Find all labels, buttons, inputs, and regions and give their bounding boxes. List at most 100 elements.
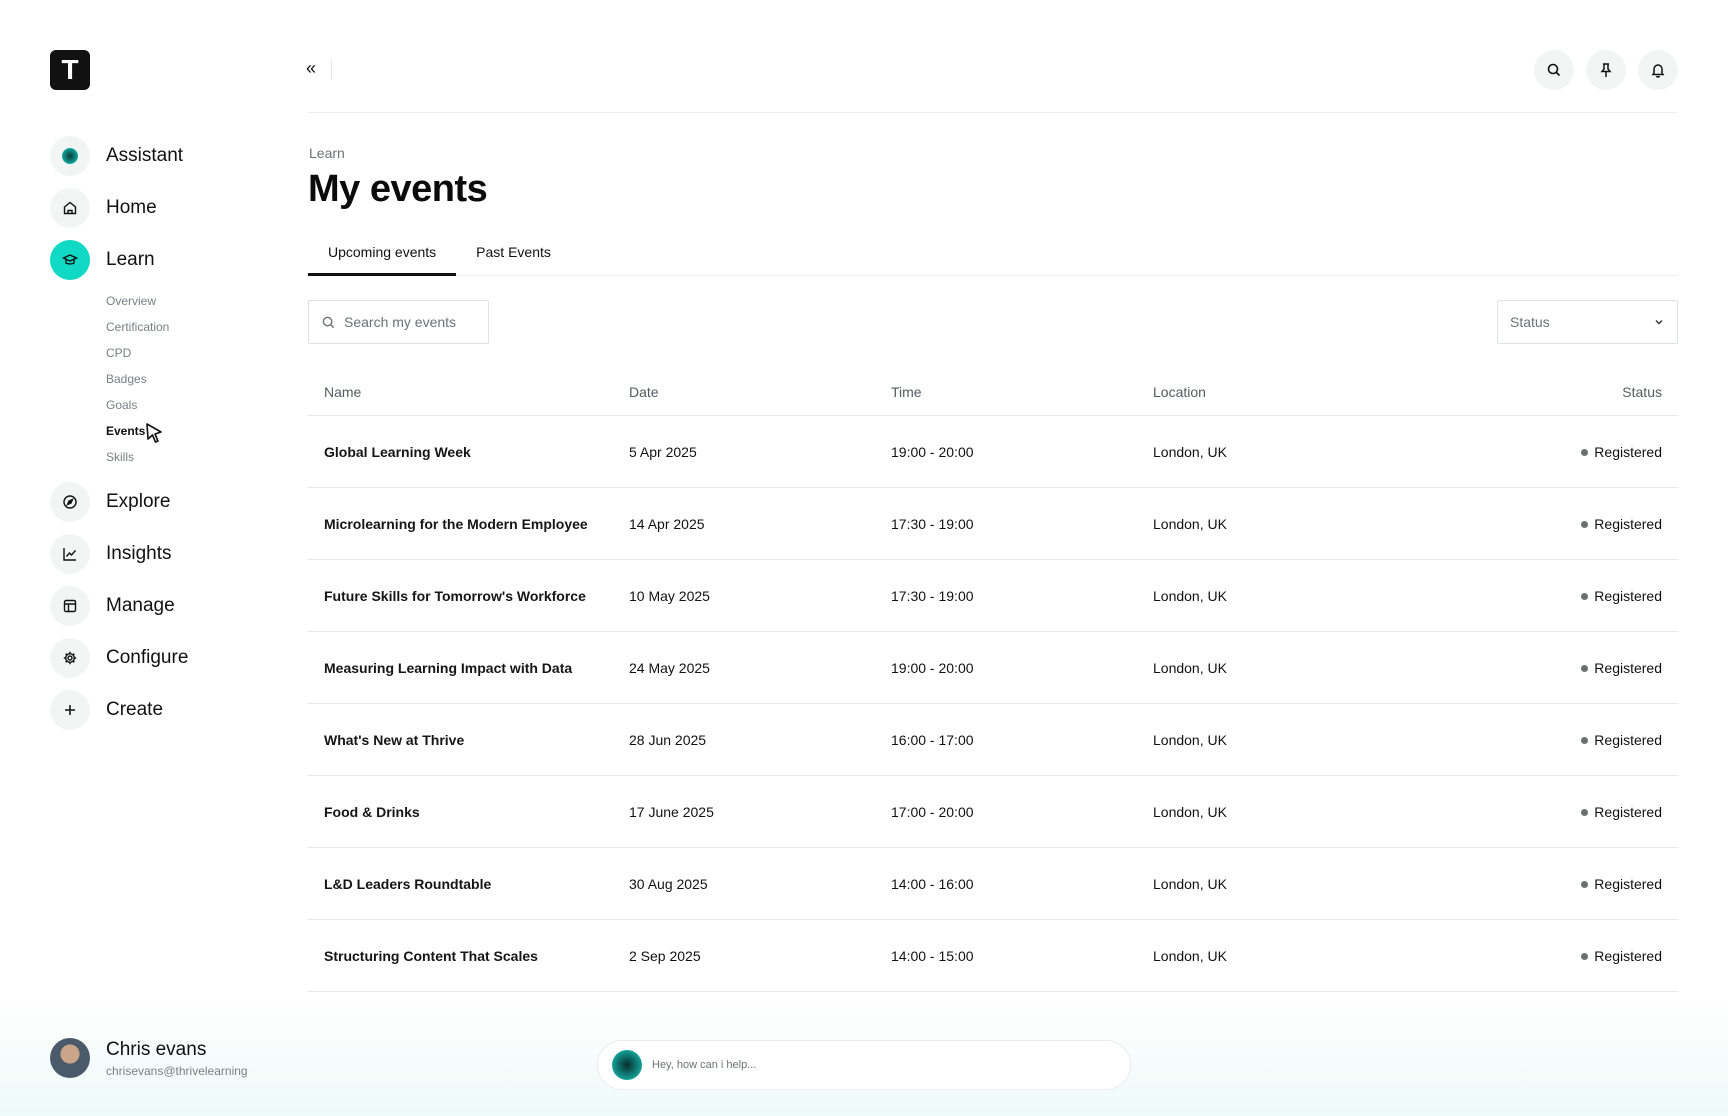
sidebar-item-create[interactable]: Create — [50, 684, 270, 736]
table-row[interactable]: Structuring Content That Scales 2 Sep 20… — [308, 920, 1678, 992]
column-header-status[interactable]: Status — [1353, 384, 1678, 400]
event-location: London, UK — [1153, 659, 1227, 676]
status-dot-icon — [1581, 808, 1589, 816]
user-profile[interactable]: Chris evans chrisevans@thrivelearning — [50, 1038, 248, 1078]
event-name: Structuring Content That Scales — [324, 947, 538, 964]
event-location: London, UK — [1153, 803, 1227, 820]
avatar — [50, 1038, 90, 1078]
collapse-sidebar-button[interactable]: « — [306, 58, 316, 79]
search-button[interactable] — [1534, 50, 1574, 90]
sidebar-item-label: Configure — [106, 647, 189, 668]
event-date: 28 Jun 2025 — [629, 731, 707, 748]
sidebar-item-learn[interactable]: Learn — [50, 234, 270, 286]
events-table: Name Date Time Location Status Global Le… — [308, 368, 1678, 992]
column-header-location[interactable]: Location — [1153, 384, 1353, 400]
event-time: 14:00 - 16:00 — [891, 875, 974, 892]
event-date: 10 May 2025 — [629, 587, 710, 604]
status-badge: Registered — [1581, 660, 1662, 676]
search-input[interactable] — [344, 314, 474, 330]
plus-icon — [50, 690, 90, 730]
event-date: 2 Sep 2025 — [629, 947, 701, 964]
app-logo[interactable]: T — [50, 50, 90, 90]
status-badge: Registered — [1581, 732, 1662, 748]
status-text: Registered — [1594, 732, 1662, 749]
column-header-time[interactable]: Time — [891, 384, 1153, 400]
table-header: Name Date Time Location Status — [308, 368, 1678, 416]
event-date: 5 Apr 2025 — [629, 443, 697, 460]
chevron-down-icon — [1655, 320, 1663, 325]
sidebar-item-label: Create — [106, 699, 164, 720]
tab-past-events[interactable]: Past Events — [456, 236, 571, 276]
home-icon — [50, 188, 90, 228]
column-header-date[interactable]: Date — [629, 384, 891, 400]
event-time: 17:00 - 20:00 — [891, 803, 974, 820]
event-name: Microlearning for the Modern Employee — [324, 515, 588, 532]
table-row[interactable]: What's New at Thrive 28 Jun 2025 16:00 -… — [308, 704, 1678, 776]
assistant-orb-icon — [612, 1050, 642, 1080]
sidebar-nav: Assistant Home Learn Overview Certificat… — [50, 130, 270, 736]
subnav-item-cpd[interactable]: CPD — [106, 340, 270, 366]
status-badge: Registered — [1581, 444, 1662, 460]
notifications-button[interactable] — [1638, 50, 1678, 90]
event-time: 19:00 - 20:00 — [891, 443, 974, 460]
subnav-item-badges[interactable]: Badges — [106, 366, 270, 392]
status-dropdown[interactable]: Status — [1497, 300, 1678, 344]
sidebar-item-label: Learn — [106, 249, 155, 270]
user-email: chrisevans@thrivelearning — [106, 1063, 248, 1078]
tab-upcoming-events[interactable]: Upcoming events — [308, 236, 457, 276]
subnav-item-events[interactable]: Events — [106, 418, 270, 444]
table-row[interactable]: Measuring Learning Impact with Data 24 M… — [308, 632, 1678, 704]
sidebar-item-label: Assistant — [106, 145, 184, 166]
learn-subnav: Overview Certification CPD Badges Goals … — [106, 288, 270, 470]
event-time: 19:00 - 20:00 — [891, 659, 974, 676]
table-row[interactable]: L&D Leaders Roundtable 30 Aug 2025 14:00… — [308, 848, 1678, 920]
status-text: Registered — [1594, 444, 1662, 461]
pin-button[interactable] — [1586, 50, 1626, 90]
event-date: 14 Apr 2025 — [629, 515, 705, 532]
status-text: Registered — [1594, 516, 1662, 533]
divider — [331, 58, 332, 80]
sidebar-item-label: Manage — [106, 595, 175, 616]
assistant-chat-bar[interactable] — [597, 1040, 1131, 1090]
sidebar-item-manage[interactable]: Manage — [50, 580, 270, 632]
subnav-item-label: Events — [106, 424, 146, 438]
event-name: Future Skills for Tomorrow's Workforce — [324, 587, 586, 604]
event-date: 17 June 2025 — [629, 803, 714, 820]
sidebar-item-assistant[interactable]: Assistant — [50, 130, 270, 182]
subnav-item-certification[interactable]: Certification — [106, 314, 270, 340]
breadcrumb[interactable]: Learn — [309, 145, 345, 161]
sidebar-item-insights[interactable]: Insights — [50, 528, 270, 580]
subnav-item-overview[interactable]: Overview — [106, 288, 270, 314]
logo-letter: T — [61, 54, 79, 85]
status-badge: Registered — [1581, 804, 1662, 820]
status-dot-icon — [1581, 952, 1589, 960]
sidebar-item-label: Insights — [106, 543, 172, 564]
sidebar-item-home[interactable]: Home — [50, 182, 270, 234]
chart-line-icon — [50, 534, 90, 574]
table-row[interactable]: Food & Drinks 17 June 2025 17:00 - 20:00… — [308, 776, 1678, 848]
search-box[interactable] — [308, 300, 489, 344]
status-badge: Registered — [1581, 588, 1662, 604]
assistant-orb-icon — [50, 136, 90, 176]
event-location: London, UK — [1153, 875, 1227, 892]
tabs: Upcoming events Past Events — [308, 236, 1678, 276]
sidebar-item-explore[interactable]: Explore — [50, 476, 270, 528]
layout-icon — [50, 586, 90, 626]
column-header-name[interactable]: Name — [308, 384, 629, 400]
assistant-input[interactable] — [652, 1059, 1092, 1071]
sidebar-item-label: Home — [106, 197, 157, 218]
subnav-item-skills[interactable]: Skills — [106, 444, 270, 470]
table-row[interactable]: Microlearning for the Modern Employee 14… — [308, 488, 1678, 560]
sidebar-item-configure[interactable]: Configure — [50, 632, 270, 684]
table-row[interactable]: Future Skills for Tomorrow's Workforce 1… — [308, 560, 1678, 632]
sidebar-item-label: Explore — [106, 491, 171, 512]
event-name: Measuring Learning Impact with Data — [324, 659, 573, 676]
status-dot-icon — [1581, 592, 1589, 600]
event-location: London, UK — [1153, 947, 1227, 964]
subnav-item-goals[interactable]: Goals — [106, 392, 270, 418]
status-badge: Registered — [1581, 948, 1662, 964]
status-text: Registered — [1594, 660, 1662, 677]
table-row[interactable]: Global Learning Week 5 Apr 2025 19:00 - … — [308, 416, 1678, 488]
divider — [308, 112, 1678, 113]
status-text: Registered — [1594, 876, 1662, 893]
